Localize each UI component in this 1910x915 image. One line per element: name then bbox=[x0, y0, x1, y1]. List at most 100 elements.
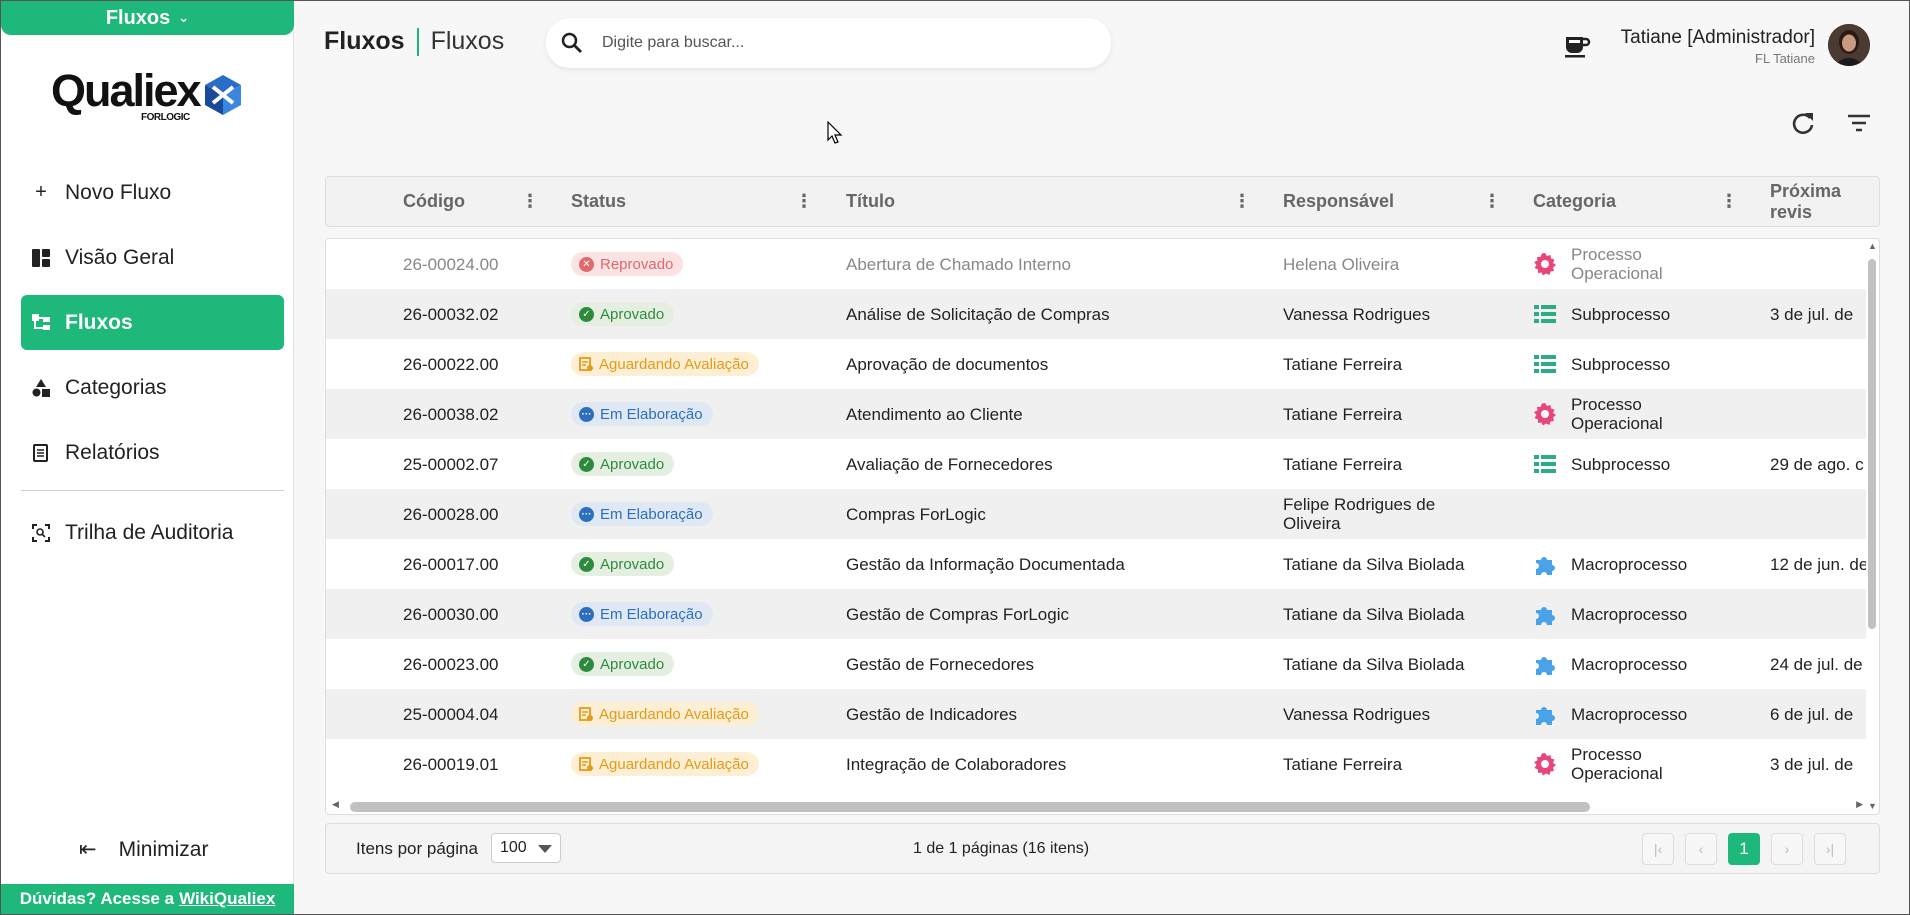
cell-code: 26-00017.00 bbox=[403, 554, 499, 574]
help-bar: Dúvidas? Acesse a WikiQualiex bbox=[1, 884, 294, 914]
sidebar-item-trilha-de-auditoria[interactable]: Trilha de Auditoria bbox=[21, 505, 284, 560]
scroll-up-icon[interactable]: ▲ bbox=[1868, 241, 1877, 251]
coffee-cup-icon[interactable] bbox=[1563, 31, 1591, 59]
column-header-status[interactable]: Status bbox=[571, 177, 626, 226]
shapes-icon bbox=[31, 378, 51, 398]
column-header-responsavel[interactable]: Responsável bbox=[1283, 177, 1394, 226]
logo-text: Qualiex bbox=[51, 65, 202, 116]
pending-document-icon bbox=[579, 706, 593, 722]
cell-next-review: 6 de jul. de bbox=[1770, 704, 1854, 724]
scroll-left-icon[interactable]: ◀ bbox=[332, 799, 339, 810]
help-text: Dúvidas? Acesse a bbox=[19, 889, 175, 908]
status-label: Aprovado bbox=[600, 555, 665, 573]
column-header-codigo[interactable]: Código bbox=[403, 177, 465, 226]
app-switcher[interactable]: Fluxos ⌄ bbox=[1, 1, 294, 35]
items-per-page-value: 100 bbox=[500, 839, 527, 856]
table-row[interactable]: 26-00022.00 Aguardando Avaliação Aprovação… bbox=[326, 339, 1866, 389]
status-badge: ··· Em Elaboração bbox=[571, 502, 713, 526]
chevron-down-icon: ⌄ bbox=[178, 10, 190, 25]
column-menu-icon[interactable]: ⋮ bbox=[521, 177, 539, 226]
table-row[interactable]: 26-00019.01 Aguardando Avaliação Integraçã… bbox=[326, 739, 1866, 789]
table-row[interactable]: 26-00038.02 ··· Em Elaboração Atendimento a… bbox=[326, 389, 1866, 439]
breadcrumb: Fluxos Fluxos bbox=[324, 27, 504, 56]
scrollbar-thumb[interactable] bbox=[1868, 259, 1876, 629]
column-label: Categoria bbox=[1533, 191, 1617, 211]
cell-category: Macroprocesso bbox=[1533, 589, 1713, 639]
cell-owner: Felipe Rodrigues de Oliveira bbox=[1283, 495, 1436, 533]
column-menu-icon[interactable]: ⋮ bbox=[1720, 177, 1738, 226]
category-label: Macroprocesso bbox=[1571, 654, 1688, 674]
category-label: Macroprocesso bbox=[1571, 704, 1688, 724]
avatar[interactable] bbox=[1828, 24, 1870, 66]
user-info[interactable]: Tatiane [Administrador] FL Tatiane bbox=[1621, 27, 1815, 66]
table-row[interactable]: 25-00004.04 Aguardando Avaliação Gestão de… bbox=[326, 689, 1866, 739]
sidebar-item-fluxos[interactable]: Fluxos bbox=[21, 295, 284, 350]
column-label: Status bbox=[571, 191, 627, 211]
cell-category: Macroprocesso bbox=[1533, 539, 1713, 589]
status-badge: Aguardando Avaliação bbox=[571, 702, 759, 726]
user-name: Tatiane [Administrador] bbox=[1620, 27, 1815, 48]
prev-page-button[interactable]: ‹ bbox=[1685, 833, 1717, 865]
page-button-current[interactable]: 1 bbox=[1728, 833, 1760, 865]
cell-code: 26-00038.02 bbox=[403, 404, 499, 424]
cell-owner: Tatiane Ferreira bbox=[1283, 754, 1403, 774]
column-header-categoria[interactable]: Categoria bbox=[1533, 177, 1616, 226]
table-row[interactable]: 26-00032.02 ✓ Aprovado Análise de Solicitaç… bbox=[326, 289, 1866, 339]
cell-status: ✓ Aprovado bbox=[571, 539, 675, 589]
column-menu-icon[interactable]: ⋮ bbox=[1483, 177, 1501, 226]
cell-status: Aguardando Avaliação bbox=[571, 689, 759, 739]
last-page-button[interactable]: ›| bbox=[1814, 833, 1846, 865]
status-label: Reprovado bbox=[600, 255, 674, 273]
table-row[interactable]: 26-00030.00 ··· Em Elaboração Gestão de Com… bbox=[326, 589, 1866, 639]
table-row[interactable]: 25-00002.07 ✓ Aprovado Avaliação de Fornece… bbox=[326, 439, 1866, 489]
sidebar-item-categorias[interactable]: Categorias bbox=[21, 360, 284, 415]
cell-title: Atendimento ao Cliente bbox=[846, 404, 1023, 424]
items-per-page-select[interactable]: 100 bbox=[491, 833, 561, 863]
logo-subtext: FORLOGIC bbox=[141, 112, 190, 123]
search-bar bbox=[546, 18, 1111, 68]
column-header-proxima-revisao[interactable]: Próxima revis bbox=[1770, 177, 1879, 226]
cell-next-review bbox=[1770, 239, 1866, 289]
filter-icon[interactable] bbox=[1845, 109, 1873, 137]
more-circle-icon: ··· bbox=[579, 606, 594, 622]
cell-next-review: 29 de ago. c bbox=[1770, 454, 1864, 474]
status-label: Em Elaboração bbox=[600, 605, 703, 623]
category-label: Processo Operacional bbox=[1571, 745, 1663, 783]
table-row[interactable]: 26-00017.00 ✓ Aprovado Gestão da Informação… bbox=[326, 539, 1866, 589]
qualiex-logo: Qualiex FORLOGIC bbox=[51, 65, 251, 129]
table-row[interactable]: 26-00023.00 ✓ Aprovado Gestão de Fornecedor… bbox=[326, 639, 1866, 689]
refresh-icon[interactable] bbox=[1789, 109, 1817, 137]
vertical-scrollbar[interactable]: ▲ ▼ bbox=[1867, 241, 1877, 811]
horizontal-scrollbar[interactable]: ◀ ▶ bbox=[330, 798, 1865, 814]
search-input[interactable] bbox=[602, 34, 1042, 52]
sidebar-item-label: Fluxos bbox=[65, 310, 133, 334]
pending-document-icon bbox=[579, 356, 593, 372]
cell-category: Subprocesso bbox=[1533, 289, 1713, 339]
scroll-down-icon[interactable]: ▼ bbox=[1868, 801, 1877, 811]
first-page-button[interactable]: |‹ bbox=[1642, 833, 1674, 865]
wiki-link[interactable]: WikiQualiex bbox=[179, 889, 275, 909]
column-header-titulo[interactable]: Título bbox=[846, 177, 895, 226]
app-switcher-label: Fluxos bbox=[105, 6, 171, 29]
scroll-right-icon[interactable]: ▶ bbox=[1856, 799, 1863, 810]
sidebar-item-relatorios[interactable]: Relatórios bbox=[21, 425, 284, 480]
column-menu-icon[interactable]: ⋮ bbox=[1233, 177, 1251, 226]
status-badge: Aguardando Avaliação bbox=[571, 752, 759, 776]
sidebar-item-label: Novo Fluxo bbox=[65, 180, 172, 204]
table-row[interactable]: 26-00024.00 ✕ Reprovado Abertura de Chamado… bbox=[326, 239, 1866, 289]
cell-code: 25-00004.04 bbox=[403, 704, 499, 724]
cell-code: 26-00024.00 bbox=[403, 254, 499, 274]
next-page-button[interactable]: › bbox=[1771, 833, 1803, 865]
scrollbar-thumb[interactable] bbox=[350, 802, 1590, 812]
dropdown-arrow-icon bbox=[538, 845, 552, 853]
table-row[interactable]: 26-00028.00 ··· Em Elaboração Compras ForLo… bbox=[326, 489, 1866, 539]
column-menu-icon[interactable]: ⋮ bbox=[795, 177, 813, 226]
status-badge: Aguardando Avaliação bbox=[571, 352, 759, 376]
status-label: Aprovado bbox=[600, 305, 665, 323]
cell-code: 26-00028.00 bbox=[403, 504, 499, 524]
sidebar-item-visao-geral[interactable]: Visão Geral bbox=[21, 230, 284, 285]
more-circle-icon: ··· bbox=[579, 506, 594, 522]
plus-icon: + bbox=[35, 181, 47, 203]
sidebar-item-novo-fluxo[interactable]: + Novo Fluxo bbox=[21, 165, 284, 220]
minimize-button[interactable]: ⇤ Minimizar bbox=[79, 837, 208, 862]
